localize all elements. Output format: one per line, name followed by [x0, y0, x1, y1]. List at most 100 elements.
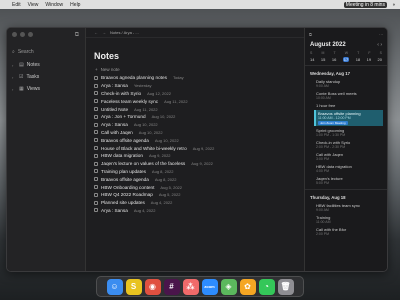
note-row[interactable]: Call with Jaqen Aug 10, 2022	[94, 129, 304, 137]
calendar-day[interactable]: 14	[310, 57, 314, 62]
maps-icon[interactable]: ◈	[220, 278, 237, 295]
sidebar-item-notes[interactable]: › ▤ Notes	[7, 59, 85, 71]
note-row[interactable]: HBW Q4 2022 Roadmap Aug 5, 2022	[94, 191, 304, 199]
sidebar-item-views[interactable]: › ▦ Views	[7, 83, 85, 95]
calendar-event[interactable]: HBW data migration 4:00 PM	[314, 163, 383, 174]
calendar-event[interactable]: Call with the Bfor 2:00 PM	[314, 226, 383, 237]
messages-icon[interactable]: ◔	[258, 278, 275, 295]
asana-icon[interactable]: ⁂	[182, 278, 199, 295]
note-date: Aug 11, 2022	[164, 98, 188, 104]
sidebar-item-tasks[interactable]: › ☑ Tasks	[7, 71, 85, 83]
note-row[interactable]: Braavos offsite agenda Aug 10, 2022	[94, 136, 304, 144]
note-title: Planned site updates	[101, 200, 145, 206]
note-date: Aug 9, 2022	[148, 153, 171, 159]
note-row[interactable]: Arya : Sansa Yesterday	[94, 82, 304, 90]
sidebar: ⧉ ⌕ Search › ▤ Notes › ☑ Tasks › ▦ Views	[7, 28, 86, 271]
breadcrumb[interactable]: Notes / Arya - ...	[110, 30, 139, 35]
note-row[interactable]: Untitled Note Aug 11, 2022	[94, 105, 304, 113]
note-date: Aug 10, 2022	[138, 129, 163, 135]
event-time: 11:00 AM	[316, 220, 331, 224]
new-note-button[interactable]: + New note	[95, 67, 304, 72]
calendar-day[interactable]: 17	[342, 57, 350, 62]
calendar-event[interactable]: Jaqen's lecture 5:00 PM	[314, 175, 383, 186]
meeting-reminder[interactable]: Meeting in 8 mins	[343, 1, 387, 8]
note-row[interactable]: House of Black and White bi-weekly retro…	[94, 144, 304, 152]
finder-icon[interactable]: ☺	[106, 278, 123, 295]
calendar-day[interactable]: 15	[321, 57, 325, 62]
note-date: Aug 9, 2022	[192, 145, 215, 151]
menu-view[interactable]: View	[28, 2, 39, 8]
event-list: HBW facilities team sync 9:00 AM Training 1…	[305, 202, 387, 237]
forward-icon[interactable]: →	[102, 30, 106, 35]
note-icon	[94, 192, 98, 197]
zoom-icon[interactable]: zoom	[201, 278, 218, 295]
notes-app-window: ⧉ ⌕ Search › ▤ Notes › ☑ Tasks › ▦ Views…	[6, 27, 388, 272]
calendar-event[interactable]: Check-in with Syrio 2:00 PM - 2:30 PM	[314, 139, 383, 150]
note-date: Aug 12, 2022	[147, 90, 171, 96]
chevron-right-icon[interactable]: ›	[12, 63, 16, 68]
calendar-day[interactable]: 16	[332, 57, 336, 62]
back-icon[interactable]: ←	[94, 30, 98, 35]
menu-help[interactable]: Help	[70, 2, 80, 8]
calendar-day[interactable]: 20	[378, 57, 382, 62]
sidebar-item-label: Views	[26, 86, 40, 92]
slack-icon[interactable]: #	[163, 278, 180, 295]
note-row[interactable]: HBW Onboarding content Aug 5, 2022	[94, 183, 304, 191]
note-row[interactable]: Check-in with Syrio Aug 12, 2022	[94, 90, 304, 98]
note-title: Arya : Sansa	[101, 122, 128, 128]
note-title: Arya : Sansa	[101, 207, 128, 213]
trash-icon[interactable]: 🗑	[277, 278, 294, 295]
chrome-icon[interactable]: ◉	[144, 278, 161, 295]
note-icon	[94, 169, 98, 174]
note-icon	[94, 130, 98, 135]
zoom-button[interactable]	[28, 32, 33, 37]
month-nav[interactable]: ‹ ›	[377, 42, 382, 48]
search-label: Search	[17, 49, 34, 55]
calendar-event[interactable]: Conte Boss well meets 10:00 AM	[314, 90, 383, 101]
note-row[interactable]: Braavos agneda planning notes Today	[94, 74, 304, 82]
calendar-day[interactable]: 19	[367, 57, 371, 62]
close-button[interactable]	[12, 32, 17, 37]
note-row[interactable]: Training plan updates Aug 8, 2022	[94, 168, 304, 176]
sidebar-search[interactable]: ⌕ Search	[12, 49, 80, 55]
notes-app-icon[interactable]: S	[125, 278, 142, 295]
note-row[interactable]: Arya : Jon + Tormund Aug 10, 2022	[94, 113, 304, 121]
note-row[interactable]: Planned site updates Aug 4, 2022	[94, 199, 304, 207]
photos-icon[interactable]: ✿	[239, 278, 256, 295]
calendar-event[interactable]: Call with Jaqen 3:00 PM	[314, 151, 383, 162]
calendar-event[interactable]: 1 hour free	[314, 102, 383, 109]
chevron-right-icon[interactable]: ›	[12, 75, 16, 80]
note-title: Braavos offsite agenda	[101, 137, 149, 143]
more-icon[interactable]: ⋯	[379, 32, 383, 37]
minimize-button[interactable]	[20, 32, 25, 37]
calendar-day[interactable]: 18	[356, 57, 360, 62]
calendar-event[interactable]: Daily standup 9:00 AM	[314, 78, 383, 89]
join-meeting-button[interactable]: Join Zoom Meeting	[318, 121, 348, 125]
sidebar-toggle-icon[interactable]: ⧉	[75, 32, 79, 39]
note-row[interactable]: Braavos offsite agenda Aug 8, 2022	[94, 175, 304, 183]
note-date: Aug 4, 2022	[133, 207, 156, 213]
event-list: Daily standup 9:00 AM Conte Boss well meet…	[305, 78, 387, 186]
calendar-header: ⧉ ⋯	[305, 28, 387, 37]
note-row[interactable]: HBW data migration Aug 9, 2022	[94, 152, 304, 160]
day-heading: Wednesday, Aug 17	[305, 65, 387, 77]
note-row[interactable]: Faceless team weekly sync Aug 11, 2022	[94, 97, 304, 105]
note-date: Aug 11, 2022	[134, 106, 158, 112]
note-date: Today	[172, 75, 184, 81]
note-row[interactable]: Jaqen's lecture on values of the faceles…	[94, 160, 304, 168]
event-time: 9:00 AM	[316, 84, 329, 88]
event-time: 2:00 PM - 2:30 PM	[316, 145, 346, 149]
note-row[interactable]: Arya : Sansa Aug 10, 2022	[94, 121, 304, 129]
calendar-event[interactable]: Training 11:00 AM	[314, 214, 383, 225]
menu-edit[interactable]: Edit	[12, 2, 21, 8]
panel-toggle-icon[interactable]: ⧉	[309, 32, 312, 37]
calendar-event[interactable]: Sprint grooming 1:00 PM - 1:30 PM	[314, 127, 383, 138]
note-icon	[94, 200, 98, 205]
control-center-icon[interactable]: ◑	[392, 2, 395, 8]
calendar-event[interactable]: HBW facilities team sync 9:00 AM	[314, 202, 383, 213]
menu-window[interactable]: Window	[45, 2, 63, 8]
note-row[interactable]: Arya : Sansa Aug 4, 2022	[94, 207, 304, 215]
calendar-event[interactable]: Braavos offsite planning 11:00 AM - 12:00…	[314, 110, 383, 126]
chevron-right-icon[interactable]: ›	[12, 87, 16, 92]
dock: ☺ S ◉ # ⁂ zoom ◈ ✿ ◔ 🗑	[96, 276, 304, 297]
